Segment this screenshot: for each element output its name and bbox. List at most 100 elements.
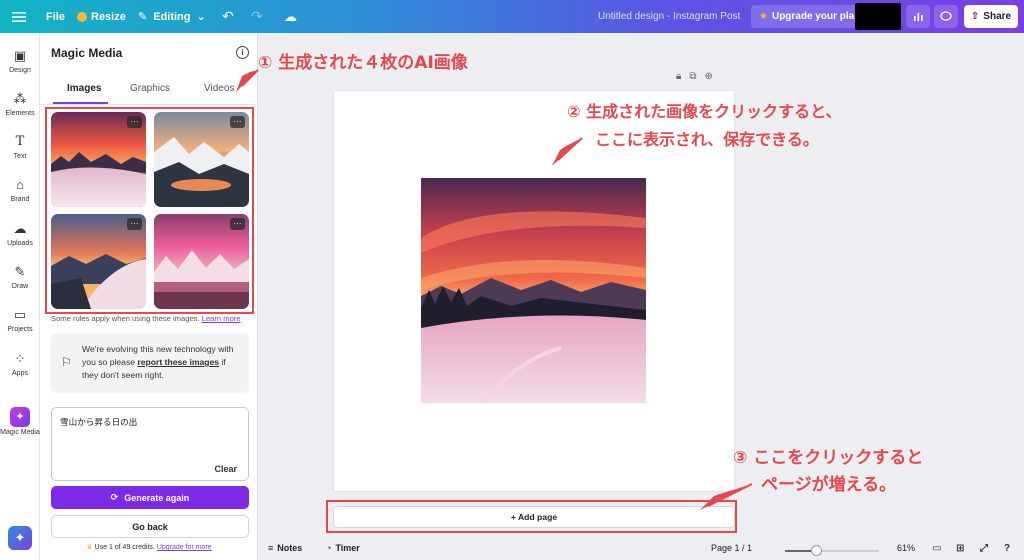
rail-label: Elements [5,109,35,117]
draw-icon: ✎ [14,263,26,279]
notes-button[interactable]: ≡ Notes [268,543,302,553]
share-label: Share [983,11,1012,22]
more-options-icon[interactable]: ··· [230,218,245,230]
top-bar: File Resize ✎ Editing ⌄ ↶ ↷ ☁ Untitled d… [0,0,1024,33]
rail-label: Text [13,152,27,160]
annotation-2-line-1: ② 生成された画像をクリックすると、 [567,102,842,121]
more-options-icon[interactable]: ··· [127,218,142,230]
annotation-2: ② 生成された画像をクリックすると、 ここに表示され、保存できる。 [567,98,841,154]
rail-label: Projects [7,325,33,333]
zoom-slider-handle[interactable] [811,545,822,556]
canvas-image[interactable] [421,178,646,403]
text-icon: T [15,133,25,149]
annotation-1: ① 生成された４枚のAI画像 [258,53,468,73]
credits-text: Use 1 of 49 credits. [94,544,155,551]
annotation-3-line-2: ページが増える。 [761,475,897,495]
magic-sparkle-icon[interactable]: ✦ [8,526,32,550]
zoom-level[interactable]: 61% [897,543,915,553]
annotation-2-line-2: ここに表示され、保存できる。 [595,130,819,149]
rail-item-uploads[interactable]: ☁ Uploads [0,214,40,254]
undo-icon[interactable]: ↶ [222,0,234,33]
prompt-text: 雪山から昇る日の出 [60,417,138,427]
rail-item-elements[interactable]: ⁂ Elements [0,84,40,124]
report-images-link[interactable]: report these images [137,357,219,367]
brand-icon: ⌂ [16,176,24,192]
star-icon: ★ [759,11,768,22]
rail-item-magic-media[interactable]: ✦ Magic Media [0,399,40,443]
annotation-3-line-1: ③ ここをクリックすると [733,448,924,468]
duplicate-icon[interactable]: ⧉ [689,71,696,82]
redo-icon[interactable]: ↷ [251,0,263,33]
rail-item-projects[interactable]: ▭ Projects [0,300,40,340]
notes-icon: ≡ [268,543,274,553]
resize-label: Resize [91,10,126,23]
tab-videos[interactable]: Videos [204,83,234,94]
share-button[interactable]: ⇧ Share [964,5,1018,28]
tab-graphics[interactable]: Graphics [130,83,170,94]
rail-label: Uploads [7,239,33,247]
comment-icon[interactable] [934,5,958,28]
lock-icon[interactable]: 🔒︎ [676,71,681,82]
rail-label: Brand [10,195,30,203]
notice-text: We're evolving this new technology with … [82,343,242,382]
rail-item-brand[interactable]: ⌂ Brand [0,170,40,210]
more-options-icon[interactable]: ··· [230,116,245,128]
tab-images[interactable]: Images [67,83,101,94]
rail-item-apps[interactable]: ⁘ Apps [0,344,40,384]
generated-image-1[interactable]: ··· [51,112,146,207]
rail-label: Design [9,66,31,74]
elements-icon: ⁂ [13,90,27,106]
rail-label: Apps [12,369,28,377]
upgrade-link[interactable]: Upgrade for more [157,544,212,551]
more-options-icon[interactable]: ··· [127,116,142,128]
left-rail: ▣ Design ⁂ Elements T Text ⌂ Brand ☁ Upl… [0,33,40,560]
generate-again-button[interactable]: ⟳ Generate again [51,486,249,509]
upgrade-button[interactable]: ★ Upgrade your plan [751,5,869,28]
rail-item-text[interactable]: T Text [0,127,40,167]
prompt-textarea[interactable]: 雪山から昇る日の出 Clear [51,407,249,481]
rules-text: Some rules apply when using these images… [51,314,200,323]
crown-icon: ♛ [86,544,93,551]
resize-button[interactable]: Resize [77,0,126,33]
cloud-sync-icon[interactable]: ☁ [284,0,297,33]
timer-icon: ◔ [326,543,332,553]
generated-image-4[interactable]: ··· [154,214,249,309]
info-icon[interactable]: i [236,46,249,59]
add-page-button[interactable]: + Add page [333,506,735,528]
go-back-button[interactable]: Go back [51,515,249,538]
credits-note: ♛ Use 1 of 49 credits. Upgrade for more [40,543,258,551]
learn-more-link[interactable]: Learn more [202,314,241,323]
generated-image-3[interactable]: ··· [51,214,146,309]
fullscreen-icon[interactable]: ⤢ [980,543,988,554]
document-title[interactable]: Untitled design - Instagram Post [598,0,740,33]
generated-image-2[interactable]: ··· [154,112,249,207]
panel-title: Magic Media [51,46,123,60]
page-actions: 🔒︎ ⧉ ⊕ [676,71,713,82]
editing-label: Editing [153,10,191,23]
editing-mode-dropdown[interactable]: ✎ Editing ⌄ [138,0,206,33]
grid-view-icon[interactable]: ⊞ [956,543,964,554]
timer-button[interactable]: ◔ Timer [326,543,360,553]
menu-icon[interactable] [12,0,30,33]
rail-item-draw[interactable]: ✎ Draw [0,257,40,297]
rail-label: Draw [11,282,29,290]
help-icon[interactable]: ? [1004,543,1010,554]
active-tab-indicator [53,102,108,104]
uploads-icon: ☁ [13,220,27,236]
magic-media-panel: Magic Media i Images Graphics Videos ···… [40,33,258,560]
page-indicator[interactable]: Page 1 / 1 [711,543,752,553]
rail-item-design[interactable]: ▣ Design [0,41,40,81]
upgrade-label: Upgrade your plan [771,11,861,22]
pages-view-icon[interactable]: ▭ [932,543,941,554]
usage-rules-note: Some rules apply when using these images… [51,314,241,323]
upload-icon: ⇧ [970,11,980,22]
refresh-icon: ⟳ [110,492,119,502]
add-icon[interactable]: ⊕ [704,71,712,82]
pencil-icon: ✎ [138,11,148,23]
clear-button[interactable]: Clear [214,464,237,474]
file-menu[interactable]: File [46,0,65,33]
redacted-avatar[interactable] [855,3,901,30]
insights-icon[interactable] [906,5,930,28]
design-icon: ▣ [13,47,27,63]
feedback-notice: ⚐ We're evolving this new technology wit… [51,333,249,393]
